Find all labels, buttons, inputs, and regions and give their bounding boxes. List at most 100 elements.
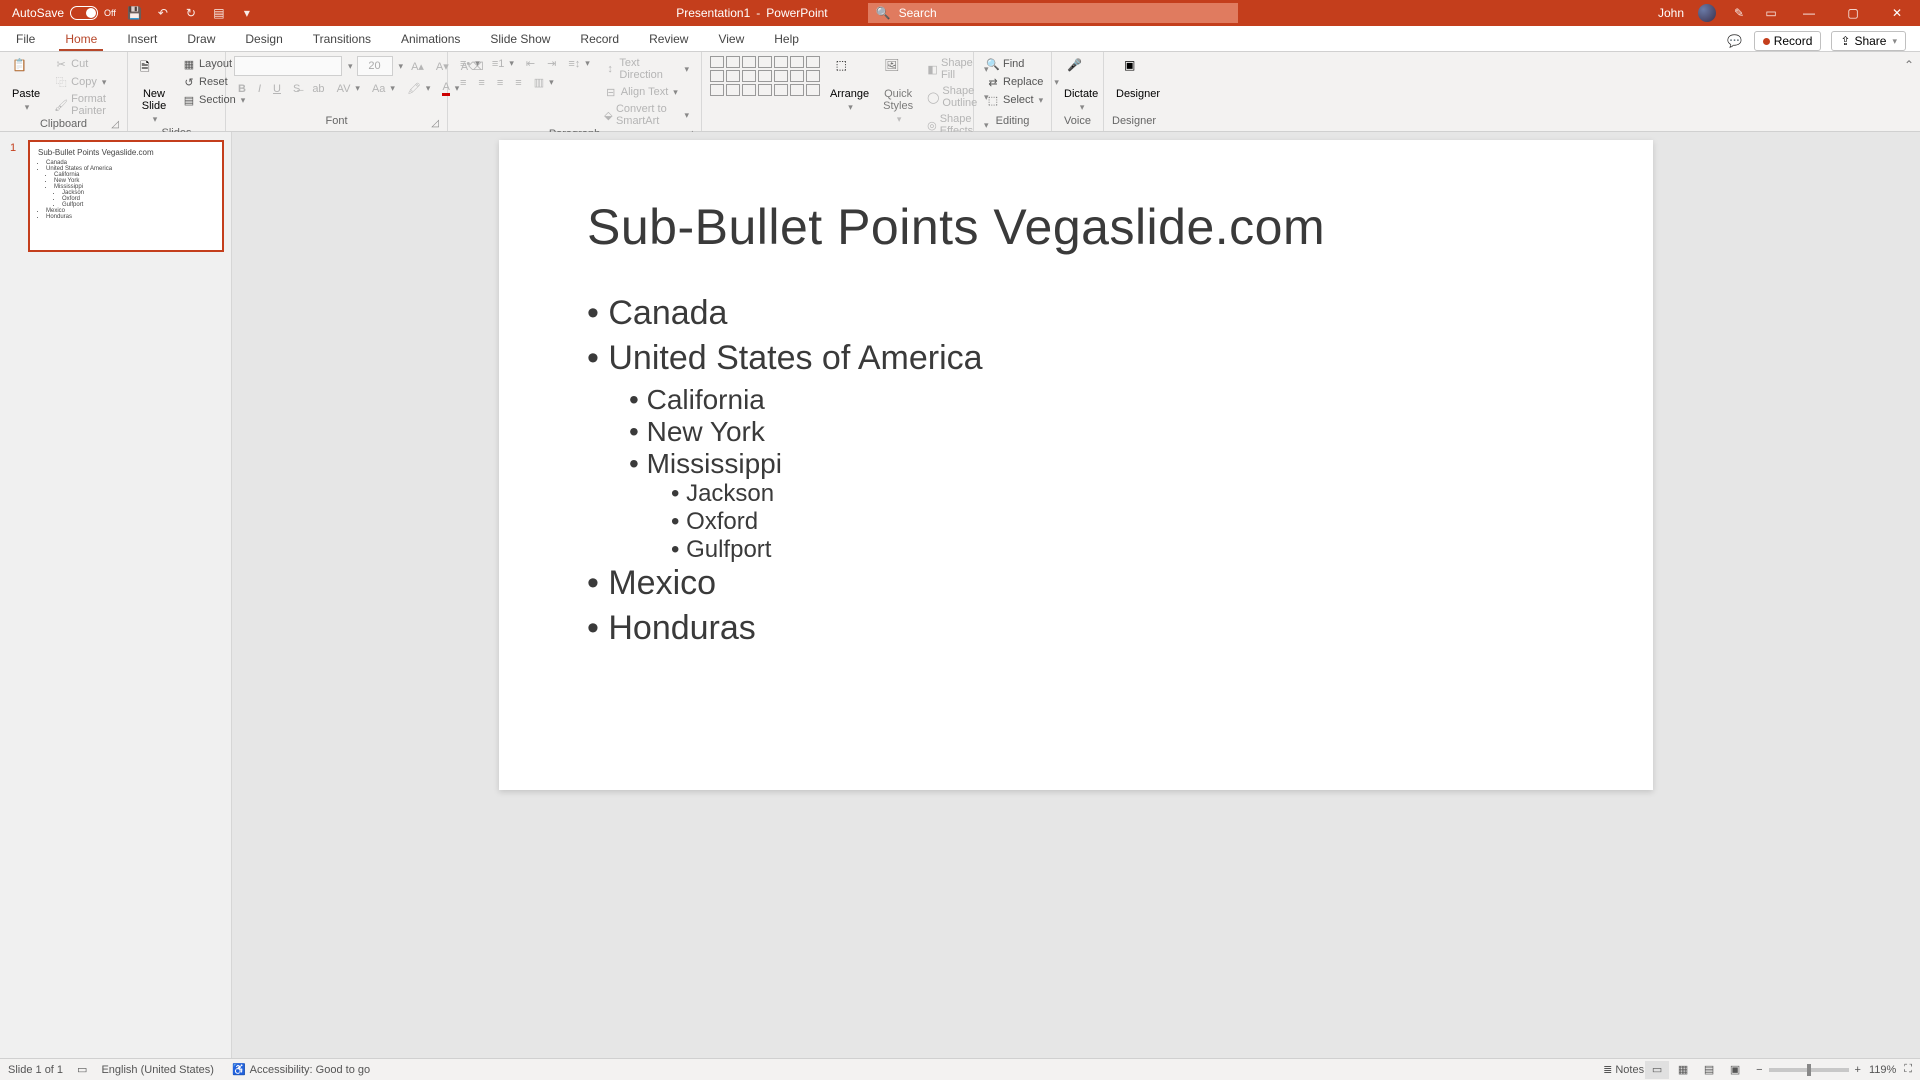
columns-button[interactable]: ▥▾: [530, 75, 558, 90]
font-name-combo[interactable]: [234, 56, 342, 76]
spell-check-icon[interactable]: ▭: [77, 1063, 87, 1076]
share-button[interactable]: ⇪Share▾: [1831, 31, 1906, 51]
ribbon-display-icon[interactable]: ▭: [1762, 4, 1780, 22]
tab-design[interactable]: Design: [239, 28, 288, 51]
fit-to-window-button[interactable]: ⛶: [1904, 1063, 1912, 1076]
zoom-slider[interactable]: [1769, 1068, 1849, 1072]
collapse-ribbon-button[interactable]: ⌃: [1898, 52, 1920, 131]
minimize-button[interactable]: —: [1794, 0, 1824, 26]
slide-content[interactable]: CanadaUnited States of AmericaCalifornia…: [587, 294, 1565, 648]
select-icon: ⬚: [986, 93, 1000, 107]
shapes-gallery[interactable]: [710, 56, 820, 96]
comments-icon[interactable]: 💬: [1726, 32, 1744, 50]
tab-review[interactable]: Review: [643, 28, 694, 51]
select-button[interactable]: ⬚Select▾: [982, 92, 1047, 108]
align-left-button[interactable]: ≡: [456, 76, 470, 90]
tab-animations[interactable]: Animations: [395, 28, 466, 51]
strikethrough-button[interactable]: S̶: [289, 82, 304, 96]
align-text-button[interactable]: ⊟Align Text▾: [600, 84, 693, 100]
new-slide-button[interactable]: 🗎 New Slide ▾: [136, 56, 172, 127]
language-status[interactable]: English (United States): [101, 1064, 214, 1076]
italic-button[interactable]: I: [254, 82, 265, 96]
designer-icon: ▣: [1124, 58, 1152, 86]
copy-button[interactable]: ⿻Copy▾: [50, 74, 119, 90]
slide-canvas-area[interactable]: Sub-Bullet Points Vegaslide.com CanadaUn…: [232, 132, 1920, 1058]
slide-thumbnail-1[interactable]: Sub-Bullet Points Vegaslide.com CanadaUn…: [28, 140, 224, 252]
group-drawing: ⬚Arrange▾ 🖼Quick Styles▾ ◧Shape Fill▾ ◯S…: [702, 52, 974, 131]
line-spacing-button[interactable]: ≡↕▾: [564, 57, 593, 71]
tab-slide-show[interactable]: Slide Show: [484, 28, 556, 51]
quick-styles-icon: 🖼: [884, 58, 912, 86]
shadow-button[interactable]: ab: [308, 82, 328, 96]
coming-soon-icon[interactable]: ✎: [1730, 4, 1748, 22]
underline-button[interactable]: U: [269, 82, 285, 96]
normal-view-button[interactable]: ▭: [1645, 1061, 1669, 1079]
tab-transitions[interactable]: Transitions: [307, 28, 377, 51]
clipboard-dialog-launcher[interactable]: ◿: [111, 119, 119, 130]
slide-sorter-view-button[interactable]: ▦: [1671, 1061, 1695, 1079]
record-button[interactable]: Record: [1754, 31, 1822, 51]
char-spacing-button[interactable]: AV▾: [333, 82, 364, 96]
thumbnail-pane[interactable]: 1 Sub-Bullet Points Vegaslide.com Canada…: [0, 132, 232, 1058]
find-button[interactable]: 🔍Find: [982, 56, 1028, 72]
save-icon[interactable]: 💾: [126, 4, 144, 22]
reading-view-button[interactable]: ▤: [1697, 1061, 1721, 1079]
zoom-level[interactable]: 119%: [1869, 1064, 1896, 1076]
tab-record[interactable]: Record: [574, 28, 625, 51]
notes-button[interactable]: ≣ Notes: [1603, 1063, 1644, 1076]
highlight-button[interactable]: 🖍▾: [403, 81, 435, 96]
tab-draw[interactable]: Draw: [181, 28, 221, 51]
tab-help[interactable]: Help: [768, 28, 805, 51]
format-painter-button[interactable]: 🖌Format Painter: [50, 92, 119, 118]
convert-smartart-button[interactable]: ⬙Convert to SmartArt▾: [600, 102, 693, 128]
font-size-combo[interactable]: 20: [357, 56, 393, 76]
start-from-beginning-icon[interactable]: ▤: [210, 4, 228, 22]
slide-title[interactable]: Sub-Bullet Points Vegaslide.com: [587, 198, 1565, 256]
bullets-button[interactable]: ≡•▾: [456, 57, 484, 71]
accessibility-status[interactable]: Accessibility: Good to go: [250, 1064, 370, 1076]
slide-counter[interactable]: Slide 1 of 1: [8, 1064, 63, 1076]
slide[interactable]: Sub-Bullet Points Vegaslide.com CanadaUn…: [499, 140, 1653, 790]
cut-button[interactable]: ✂Cut: [50, 56, 119, 72]
change-case-button[interactable]: Aa▾: [368, 82, 399, 96]
user-avatar-icon[interactable]: [1698, 4, 1716, 22]
redo-icon[interactable]: ↻: [182, 4, 200, 22]
arrange-button[interactable]: ⬚Arrange▾: [826, 56, 873, 115]
close-button[interactable]: ✕: [1882, 0, 1912, 26]
font-name-chevron-icon[interactable]: ▾: [348, 61, 353, 72]
increase-indent-button[interactable]: ⇥: [543, 56, 560, 71]
align-center-button[interactable]: ≡: [474, 76, 488, 90]
font-dialog-launcher[interactable]: ◿: [431, 118, 439, 129]
bold-button[interactable]: B: [234, 82, 250, 96]
autosave-toggle[interactable]: AutoSave Off: [12, 6, 116, 20]
paste-button[interactable]: 📋 Paste ▾: [8, 56, 44, 115]
slideshow-view-button[interactable]: ▣: [1723, 1061, 1747, 1079]
quick-styles-button[interactable]: 🖼Quick Styles▾: [879, 56, 917, 127]
align-right-button[interactable]: ≡: [493, 76, 507, 90]
search-box[interactable]: 🔍: [868, 3, 1238, 23]
numbering-button[interactable]: ≡1▾: [488, 57, 518, 71]
new-slide-icon: 🗎: [140, 58, 168, 86]
autosave-label: AutoSave: [12, 6, 64, 20]
maximize-button[interactable]: ▢: [1838, 0, 1868, 26]
paste-icon: 📋: [12, 58, 40, 86]
user-name: John: [1658, 6, 1684, 20]
tab-insert[interactable]: Insert: [121, 28, 163, 51]
record-dot-icon: [1763, 38, 1770, 45]
font-size-chevron-icon[interactable]: ▾: [399, 61, 404, 72]
undo-icon[interactable]: ↶: [154, 4, 172, 22]
tab-home[interactable]: Home: [59, 28, 103, 51]
tab-file[interactable]: File: [10, 28, 41, 51]
designer-button[interactable]: ▣Designer: [1112, 56, 1164, 102]
replace-button[interactable]: ⇄Replace▾: [982, 74, 1063, 90]
qat-customize-icon[interactable]: ▾: [238, 4, 256, 22]
increase-font-button[interactable]: A▴: [407, 59, 428, 74]
tab-view[interactable]: View: [712, 28, 750, 51]
decrease-indent-button[interactable]: ⇤: [522, 56, 539, 71]
zoom-in-button[interactable]: +: [1855, 1064, 1861, 1076]
justify-button[interactable]: ≡: [511, 76, 525, 90]
dictate-button[interactable]: 🎤Dictate▾: [1060, 56, 1102, 115]
zoom-out-button[interactable]: −: [1756, 1064, 1762, 1076]
text-direction-button[interactable]: ↕Text Direction▾: [600, 56, 693, 82]
search-input[interactable]: [899, 6, 1230, 20]
